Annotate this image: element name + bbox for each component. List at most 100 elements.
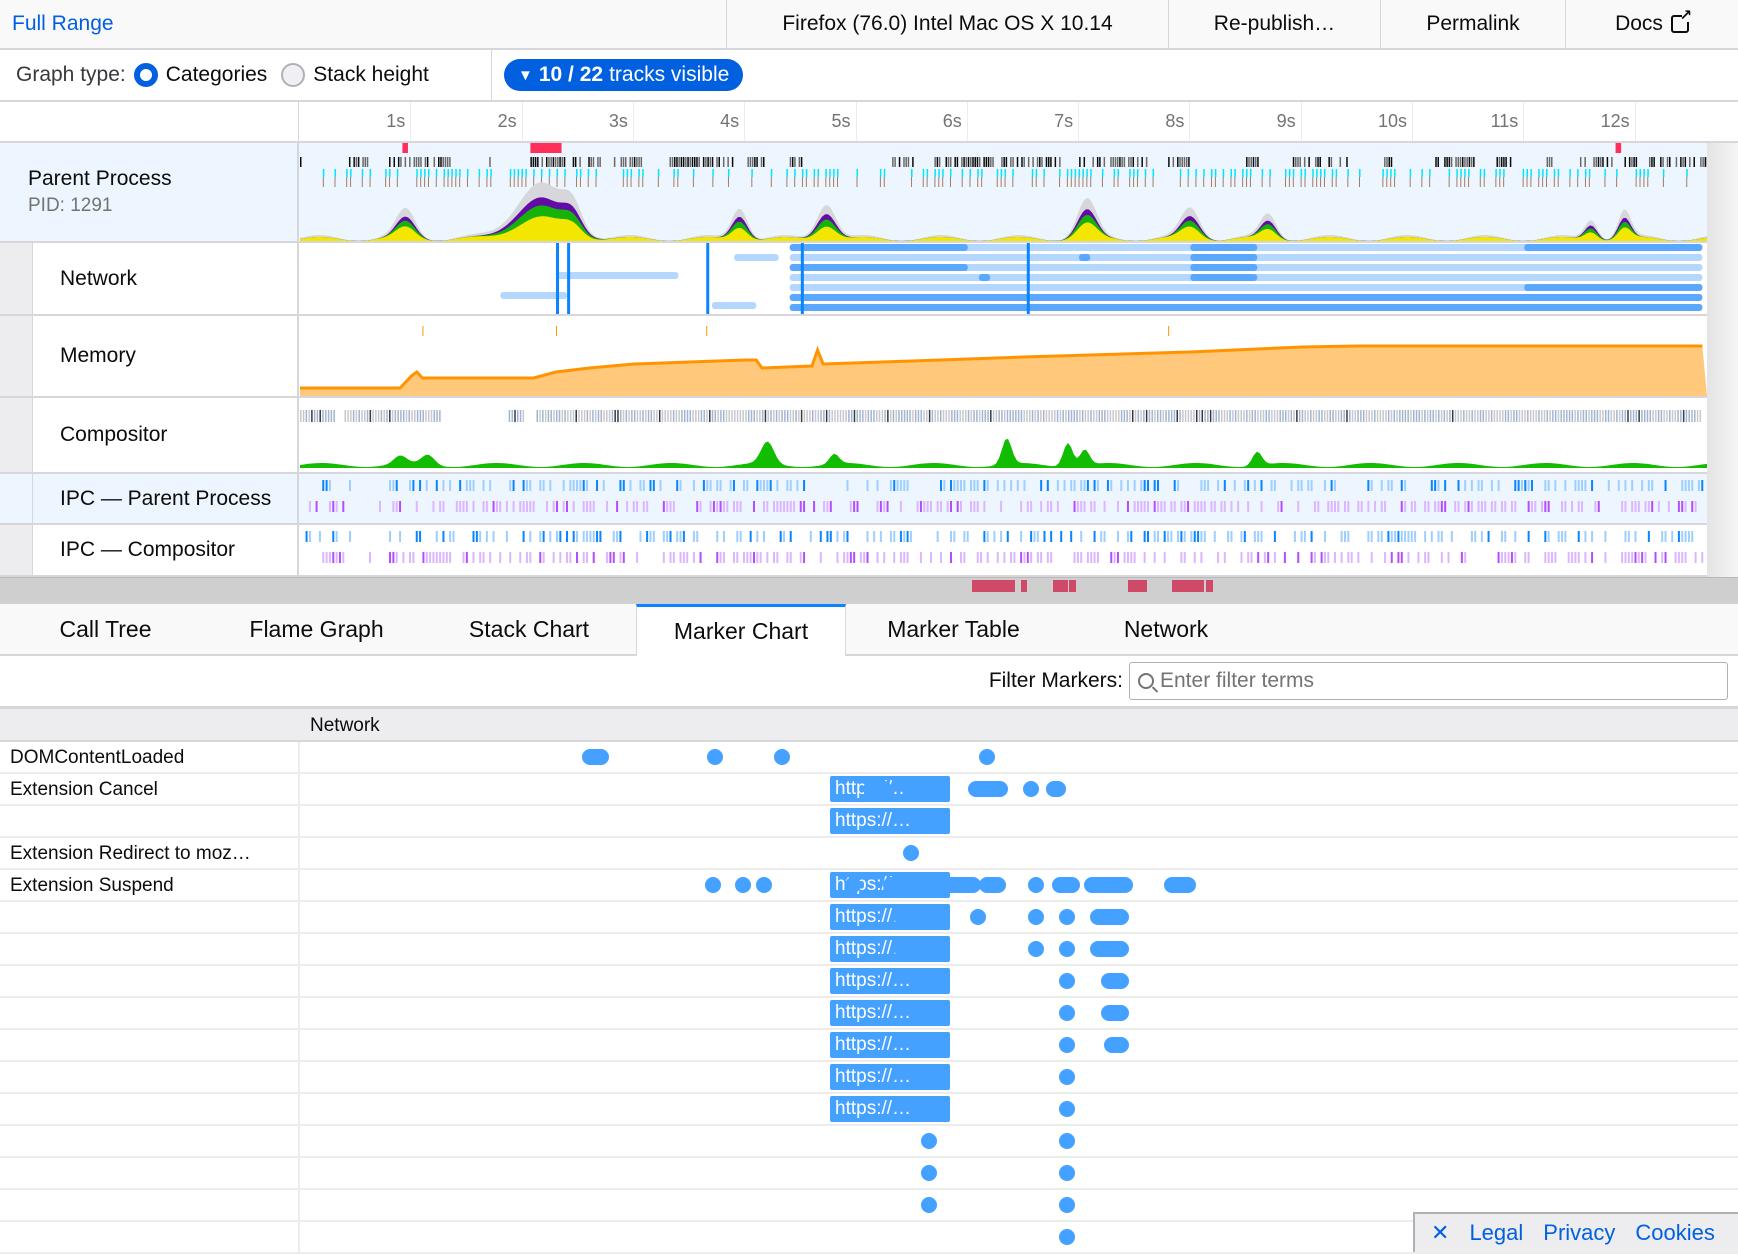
marker-chart-rows[interactable]: DOMContentLoadedExtension Cancelhttps://… — [0, 742, 1738, 1252]
marker-row[interactable]: https://… — [0, 806, 1738, 838]
marker-dot[interactable] — [894, 909, 919, 925]
marker-row[interactable]: https://… — [0, 1030, 1738, 1062]
marker-dot[interactable] — [1059, 1005, 1075, 1021]
tab-stack-chart[interactable]: Stack Chart — [422, 604, 636, 654]
marker-dot[interactable] — [921, 1037, 937, 1053]
close-icon[interactable]: ✕ — [1431, 1220, 1449, 1246]
marker-dot[interactable] — [1104, 1037, 1129, 1053]
marker-dot[interactable] — [921, 1101, 937, 1117]
track-label-network[interactable]: Network — [0, 243, 299, 314]
marker-dot[interactable] — [1059, 1101, 1075, 1117]
marker-dot[interactable] — [921, 909, 937, 925]
marker-dot[interactable] — [921, 1133, 937, 1149]
marker-dot[interactable] — [1028, 877, 1044, 893]
marker-dot[interactable] — [1059, 973, 1075, 989]
marker-dot[interactable] — [845, 877, 861, 893]
marker-dot[interactable] — [707, 749, 723, 765]
marker-dot[interactable] — [1090, 909, 1128, 925]
marker-dot[interactable] — [970, 909, 986, 925]
track-ipc-compositor[interactable]: IPC — Compositor — [0, 525, 1707, 577]
marker-dot[interactable] — [1046, 781, 1066, 797]
network-track-graph[interactable] — [300, 243, 1707, 314]
marker-row[interactable]: https://… — [0, 934, 1738, 966]
marker-row[interactable] — [0, 1158, 1738, 1190]
track-memory[interactable]: Memory — [0, 316, 1707, 398]
marker-dot[interactable] — [921, 1005, 937, 1021]
radio-categories-label[interactable]: Categories — [166, 63, 268, 87]
radio-stack-height[interactable] — [281, 63, 305, 87]
footer-link-cookies[interactable]: Cookies — [1635, 1220, 1714, 1246]
marker-dot[interactable] — [1059, 909, 1075, 925]
marker-dot[interactable] — [1101, 1005, 1129, 1021]
marker-row[interactable]: Extension Redirect to moz… — [0, 838, 1738, 870]
marker-dot[interactable] — [1059, 1165, 1075, 1181]
marker-dot[interactable] — [921, 973, 937, 989]
marker-dot[interactable] — [1028, 941, 1044, 957]
compositor-activity-graph[interactable] — [300, 398, 1707, 472]
track-network[interactable]: Network — [0, 243, 1707, 316]
track-label-ipc-compositor[interactable]: IPC — Compositor — [0, 525, 299, 575]
marker-row[interactable]: https://… — [0, 1062, 1738, 1094]
marker-dot[interactable] — [1059, 1197, 1075, 1213]
marker-dot[interactable] — [883, 877, 982, 893]
parent-process-activity-graph[interactable] — [300, 143, 1707, 241]
tab-network[interactable]: Network — [1061, 604, 1271, 654]
filter-markers-input[interactable] — [1160, 669, 1727, 693]
track-compositor[interactable]: Compositor — [0, 398, 1707, 474]
marker-dot[interactable] — [1090, 941, 1128, 957]
footer-link-legal[interactable]: Legal — [1469, 1220, 1523, 1246]
marker-row[interactable] — [0, 1126, 1738, 1158]
republish-button[interactable]: Re-publish… — [1168, 0, 1380, 48]
ipc-parent-graph[interactable] — [300, 474, 1707, 523]
track-ipc-parent-process[interactable]: IPC — Parent Process — [0, 474, 1707, 525]
marker-dot[interactable] — [1164, 877, 1195, 893]
marker-dot[interactable] — [774, 749, 790, 765]
tab-flame-graph[interactable]: Flame Graph — [211, 604, 422, 654]
tab-marker-table[interactable]: Marker Table — [846, 604, 1061, 654]
marker-dot[interactable] — [756, 877, 772, 893]
marker-dot[interactable] — [582, 749, 610, 765]
marker-dot[interactable] — [1059, 1069, 1075, 1085]
breadcrumb-full-range[interactable]: Full Range — [0, 0, 726, 48]
marker-dot[interactable] — [1059, 1037, 1075, 1053]
footer-link-privacy[interactable]: Privacy — [1543, 1220, 1615, 1246]
marker-dot[interactable] — [979, 749, 995, 765]
marker-dot[interactable] — [1101, 973, 1129, 989]
marker-row[interactable]: Extension Suspendhttps://… — [0, 870, 1738, 902]
marker-dot[interactable] — [903, 845, 919, 861]
marker-dot[interactable] — [921, 1197, 937, 1213]
radio-stack-height-label[interactable]: Stack height — [313, 63, 429, 87]
marker-row[interactable]: Extension Cancelhttps://… — [0, 774, 1738, 806]
marker-dot[interactable] — [903, 781, 919, 797]
marker-dot[interactable] — [863, 781, 892, 797]
track-label-ipc-parent[interactable]: IPC — Parent Process — [0, 474, 299, 523]
marker-dot[interactable] — [1059, 1133, 1075, 1149]
marker-dot[interactable] — [979, 877, 1006, 893]
filter-input-container[interactable] — [1129, 662, 1728, 700]
ipc-compositor-graph[interactable] — [300, 525, 1707, 575]
track-label-compositor[interactable]: Compositor — [0, 398, 299, 472]
marker-dot[interactable] — [1023, 781, 1039, 797]
track-label-parent-process[interactable]: Parent Process PID: 1291 — [0, 143, 299, 241]
marker-dot[interactable] — [1028, 909, 1044, 925]
marker-dot[interactable] — [735, 877, 751, 893]
marker-dot[interactable] — [921, 1069, 937, 1085]
marker-dot[interactable] — [894, 941, 919, 957]
marker-dot[interactable] — [968, 781, 1008, 797]
tab-call-tree[interactable]: Call Tree — [0, 604, 211, 654]
tab-marker-chart[interactable]: Marker Chart — [636, 604, 846, 656]
platform-info-button[interactable]: Firefox (76.0) Intel Mac OS X 10.14 — [726, 0, 1168, 48]
memory-track-graph[interactable] — [300, 316, 1707, 396]
marker-dot[interactable] — [921, 941, 937, 957]
track-label-memory[interactable]: Memory — [0, 316, 299, 396]
permalink-button[interactable]: Permalink — [1380, 0, 1565, 48]
network-request-marker[interactable]: https://… — [830, 808, 950, 834]
marker-row[interactable]: DOMContentLoaded — [0, 742, 1738, 774]
marker-row[interactable]: https://… — [0, 902, 1738, 934]
marker-dot[interactable] — [705, 877, 721, 893]
marker-dot[interactable] — [1052, 877, 1080, 893]
marker-dot[interactable] — [1059, 941, 1075, 957]
marker-row[interactable]: https://… — [0, 1094, 1738, 1126]
docs-button[interactable]: Docs — [1565, 0, 1738, 48]
marker-dot[interactable] — [921, 1165, 937, 1181]
